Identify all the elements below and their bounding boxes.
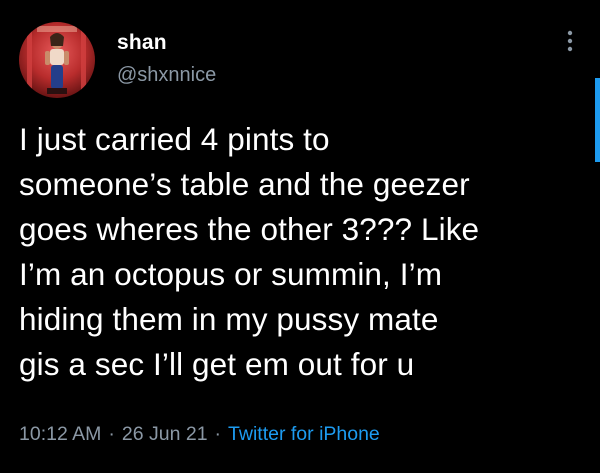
more-options-icon — [567, 30, 573, 52]
tweet-text: I just carried 4 pints to someone’s tabl… — [19, 121, 480, 382]
profile-photo-icon — [19, 22, 95, 98]
display-name[interactable]: shan — [117, 31, 167, 55]
more-options-button[interactable] — [556, 26, 584, 56]
tweet-meta: 10:12 AM · 26 Jun 21 · Twitter for iPhone — [19, 423, 380, 446]
scroll-indicator — [595, 78, 600, 162]
meta-separator: · — [214, 423, 222, 445]
tweet-date[interactable]: 26 Jun 21 — [122, 423, 208, 445]
meta-separator: · — [108, 423, 115, 445]
tweet-card: shan @shxnnice I just carried 4 pints to… — [0, 0, 600, 473]
tweet-time[interactable]: 10:12 AM — [19, 423, 101, 445]
avatar[interactable] — [19, 22, 95, 98]
user-handle[interactable]: @shxnnice — [117, 64, 216, 87]
tweet-source-link[interactable]: Twitter for iPhone — [228, 423, 380, 445]
